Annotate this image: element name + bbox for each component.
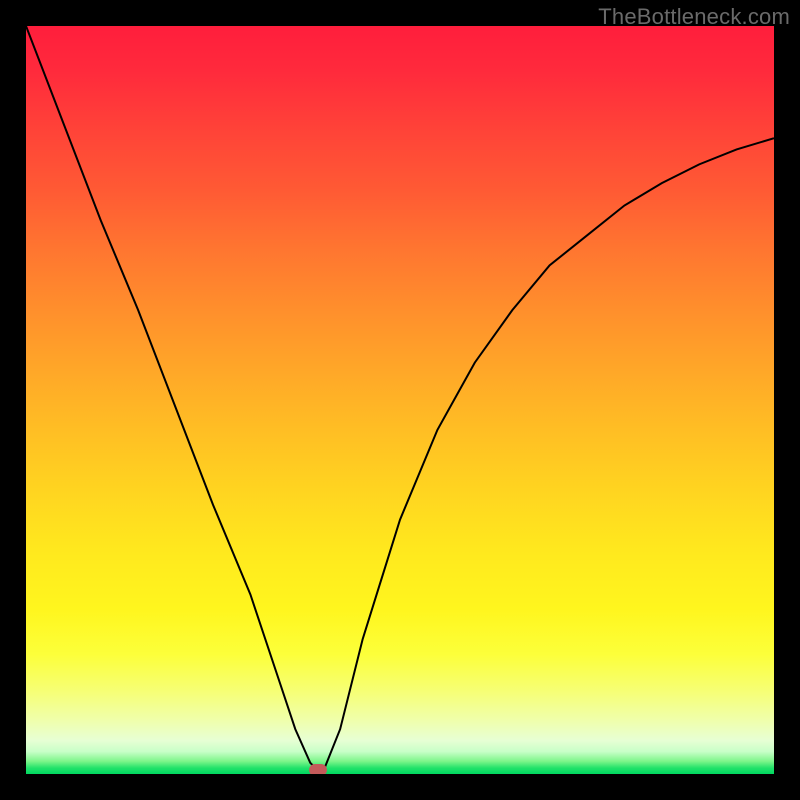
bottleneck-curve xyxy=(26,26,774,774)
chart-frame: TheBottleneck.com xyxy=(0,0,800,800)
plot-area xyxy=(26,26,774,774)
optimum-marker xyxy=(309,764,327,774)
watermark-text: TheBottleneck.com xyxy=(598,4,790,30)
